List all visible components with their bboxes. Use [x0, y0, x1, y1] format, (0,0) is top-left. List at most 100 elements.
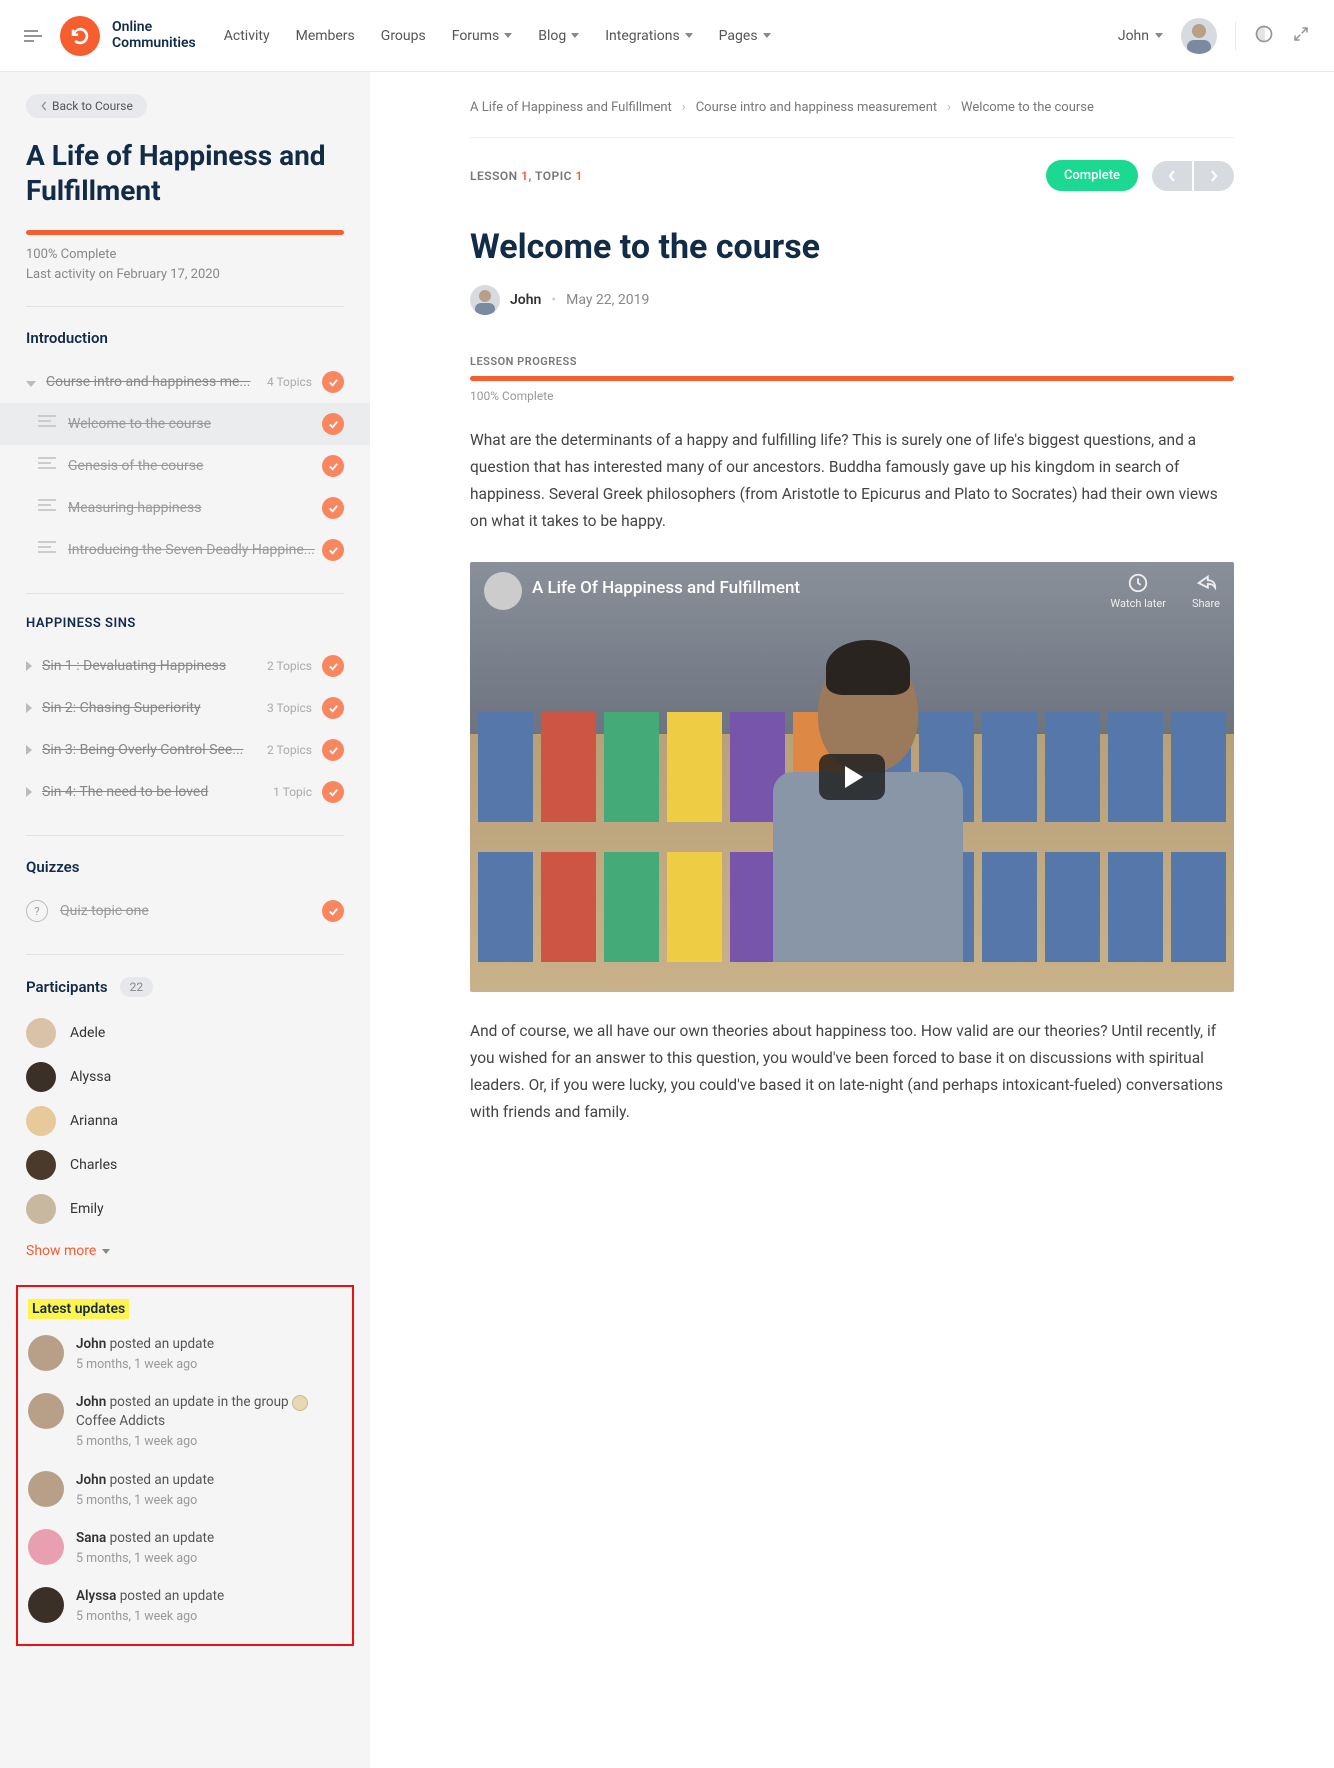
breadcrumb: A Life of Happiness and Fulfillment› Cou… [470, 100, 1234, 138]
latest-updates-heading: Latest updates [28, 1299, 129, 1319]
participant-arianna[interactable]: Arianna [26, 1099, 344, 1143]
caret-down-icon [26, 381, 36, 387]
update-item[interactable]: Alyssa posted an update5 months, 1 week … [28, 1577, 342, 1635]
check-icon [322, 497, 344, 519]
page-title: Welcome to the course [470, 227, 1234, 267]
lesson-intro[interactable]: Course intro and happiness me... 4 Topic… [26, 361, 344, 403]
body-paragraph: And of course, we all have our own theor… [470, 1018, 1234, 1127]
lesson-sin-3[interactable]: Sin 3: Being Overly Control See...2 Topi… [26, 729, 344, 771]
channel-avatar [484, 572, 522, 610]
participant-emily[interactable]: Emily [26, 1187, 344, 1231]
chevron-down-icon [685, 33, 693, 38]
author-avatar[interactable] [470, 285, 500, 315]
check-icon [322, 900, 344, 922]
author-meta: John • May 22, 2019 [470, 285, 1234, 315]
share-button[interactable]: Share [1192, 572, 1220, 610]
topic-measuring[interactable]: Measuring happiness [26, 487, 344, 529]
caret-right-icon [26, 703, 32, 713]
prev-button[interactable] [1152, 161, 1192, 191]
check-icon [322, 697, 344, 719]
chevron-down-icon [571, 33, 579, 38]
caret-right-icon [26, 787, 32, 797]
participants-count: 22 [120, 977, 154, 997]
chevron-down-icon [1155, 33, 1163, 38]
complete-button[interactable]: Complete [1046, 160, 1138, 191]
nav-integrations[interactable]: Integrations [605, 28, 692, 44]
topic-nav [1152, 161, 1234, 191]
avatar [28, 1529, 64, 1565]
participants-heading: Participants [26, 978, 108, 996]
video-player[interactable]: A Life Of Happiness and Fulfillment Watc… [470, 562, 1234, 992]
check-icon [322, 781, 344, 803]
update-item[interactable]: John posted an update5 months, 1 week ag… [28, 1461, 342, 1519]
lesson-sin-1[interactable]: Sin 1 : Devaluating Happiness2 Topics [26, 645, 344, 687]
section-quizzes: Quizzes [26, 858, 344, 876]
check-icon [322, 539, 344, 561]
topic-seven-deadly[interactable]: Introducing the Seven Deadly Happine... [26, 529, 344, 571]
topic-icon [38, 541, 56, 560]
avatar [28, 1335, 64, 1371]
site-header: OnlineCommunities Activity Members Group… [0, 0, 1334, 72]
latest-updates-widget: Latest updates John posted an update5 mo… [16, 1285, 354, 1646]
crumb-lesson[interactable]: Course intro and happiness measurement [696, 100, 937, 115]
question-icon: ? [26, 900, 48, 922]
video-title: A Life Of Happiness and Fulfillment [532, 578, 800, 598]
update-item[interactable]: John posted an update5 months, 1 week ag… [28, 1325, 342, 1383]
nav-members[interactable]: Members [296, 28, 355, 44]
topic-icon [38, 457, 56, 476]
watch-later-button[interactable]: Watch later [1110, 572, 1166, 610]
nav-activity[interactable]: Activity [224, 28, 270, 44]
lesson-progress-bar [470, 376, 1234, 381]
nav-pages[interactable]: Pages [719, 28, 771, 44]
topic-genesis[interactable]: Genesis of the course [26, 445, 344, 487]
check-icon [322, 413, 344, 435]
brand-logo[interactable]: OnlineCommunities [60, 16, 196, 56]
check-icon [322, 655, 344, 677]
lesson-sin-2[interactable]: Sin 2: Chasing Superiority3 Topics [26, 687, 344, 729]
participant-adele[interactable]: Adele [26, 1011, 344, 1055]
avatar [26, 1150, 56, 1180]
section-sins: HAPPINESS SINS [26, 616, 344, 631]
check-icon [322, 739, 344, 761]
nav-forums[interactable]: Forums [452, 28, 513, 44]
lesson-sin-4[interactable]: Sin 4: The need to be loved1 Topic [26, 771, 344, 813]
check-icon [322, 371, 344, 393]
user-menu[interactable]: John [1118, 28, 1163, 44]
play-icon[interactable] [819, 754, 885, 800]
user-avatar[interactable] [1181, 18, 1217, 54]
participant-charles[interactable]: Charles [26, 1143, 344, 1187]
topic-welcome[interactable]: Welcome to the course [0, 403, 370, 445]
hamburger-icon[interactable] [24, 30, 42, 42]
lesson-progress-text: 100% Complete [470, 389, 1234, 403]
crumb-course[interactable]: A Life of Happiness and Fulfillment [470, 100, 672, 115]
avatar [28, 1471, 64, 1507]
publish-date: May 22, 2019 [566, 292, 649, 308]
avatar [26, 1194, 56, 1224]
main-content: A Life of Happiness and Fulfillment› Cou… [370, 72, 1334, 1768]
topic-icon [38, 499, 56, 518]
update-item[interactable]: Sana posted an update5 months, 1 week ag… [28, 1519, 342, 1577]
show-more-link[interactable]: Show more [26, 1243, 344, 1259]
chevron-down-icon [504, 33, 512, 38]
intro-paragraph: What are the determinants of a happy and… [470, 427, 1234, 536]
crumb-topic: Welcome to the course [961, 100, 1094, 115]
dark-mode-icon[interactable] [1254, 24, 1274, 48]
caret-right-icon [26, 745, 32, 755]
logo-icon [60, 16, 100, 56]
nav-groups[interactable]: Groups [381, 28, 426, 44]
back-button[interactable]: Back to Course [26, 94, 147, 118]
chevron-down-icon [102, 1249, 110, 1254]
nav-blog[interactable]: Blog [538, 28, 579, 44]
expand-icon[interactable] [1292, 25, 1310, 47]
update-item[interactable]: John posted an update in the group Coffe… [28, 1383, 342, 1460]
participant-alyssa[interactable]: Alyssa [26, 1055, 344, 1099]
quiz-topic-one[interactable]: ? Quiz topic one [26, 890, 344, 932]
course-sidebar: Back to Course A Life of Happiness and F… [0, 72, 370, 1768]
check-icon [322, 455, 344, 477]
author-name[interactable]: John [510, 292, 541, 308]
avatar [28, 1587, 64, 1623]
avatar [26, 1106, 56, 1136]
caret-right-icon [26, 661, 32, 671]
topic-icon [38, 415, 56, 434]
next-button[interactable] [1194, 161, 1234, 191]
